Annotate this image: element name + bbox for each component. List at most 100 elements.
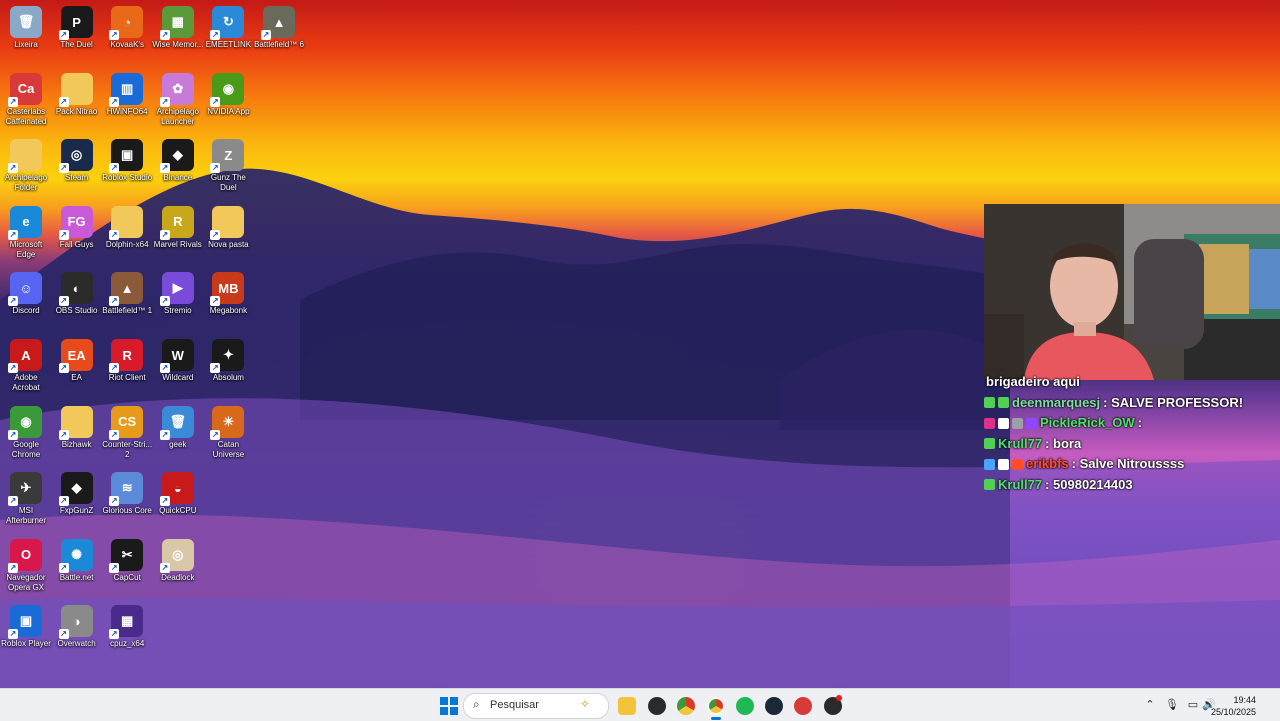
steam-taskbar-icon[interactable] (765, 697, 783, 715)
desktop-icon[interactable]: ◒ ↗ QuickCPU (152, 468, 204, 532)
desktop-icon[interactable]: ↗ Dolphin-x64 (101, 202, 153, 266)
desktop-icon[interactable]: ▲ ↗ Battlefield™ 1 (101, 268, 153, 332)
shortcut-arrow-icon: ↗ (109, 429, 120, 440)
desktop-icon-label: Nova pasta (208, 239, 249, 249)
casterlabs-taskbar-icon[interactable] (794, 697, 812, 715)
shortcut-arrow-icon: ↗ (109, 629, 120, 640)
desktop[interactable]: 🗑 Lixeira P ↗ The Duel ◔ ↗ KovaaK's ▦ ↗ Wise Memor… (0, 0, 1280, 688)
desktop-icon-label: Binance (163, 173, 193, 183)
desktop-icon[interactable]: 🗑 Lixeira (0, 2, 52, 66)
app-icon: ▦ ↗ (109, 605, 144, 640)
desktop-icon[interactable]: 🗑 ↗ geek (152, 402, 204, 466)
chat-username: deenmarquesj (1012, 394, 1101, 410)
taskbar-search-box[interactable]: ⌕ Pesquisar ✧ (463, 693, 609, 719)
desktop-icon[interactable]: ☀ ↗ Catan Universe (202, 402, 254, 466)
chat-message: Krull77: bora (984, 434, 1280, 455)
desktop-icon[interactable]: ✈ ↗ MSI Afterburner (0, 468, 52, 532)
desktop-icon-label: Navegador Opera GX (6, 572, 46, 592)
shortcut-arrow-icon: ↗ (58, 96, 69, 107)
app-icon-glyph: ✺ (71, 546, 83, 562)
desktop-icon[interactable]: O ↗ Navegador Opera GX (0, 535, 52, 599)
desktop-icon[interactable]: EA ↗ EA (51, 335, 103, 399)
desktop-icon[interactable]: ▣ ↗ Roblox Player (0, 601, 52, 665)
app-icon: ✦ ↗ (210, 339, 245, 373)
desktop-icon[interactable]: R ↗ Marvel Rivals (152, 202, 204, 266)
desktop-icon[interactable]: ✺ ↗ Battle.net (51, 535, 103, 599)
desktop-icon[interactable]: A ↗ Adobe Acrobat (0, 335, 52, 399)
shortcut-arrow-icon: ↗ (159, 429, 170, 440)
desktop-icon[interactable]: R ↗ Riot Client (101, 335, 153, 399)
network-icon[interactable]: ▭ (1186, 698, 1200, 712)
desktop-icon[interactable]: ◔ ↗ KovaaK's (101, 2, 153, 66)
system-clock[interactable]: 19:44 25/10/2025 (1211, 694, 1256, 718)
desktop-icon[interactable]: ◎ ↗ Steam (51, 135, 103, 199)
desktop-icon[interactable]: ▦ ↗ cpuz_x64 (101, 601, 153, 665)
shortcut-arrow-icon: ↗ (58, 296, 69, 307)
desktop-icon[interactable]: ▶ ↗ Stremio (152, 268, 204, 332)
file-explorer-icon[interactable] (618, 697, 636, 715)
shortcut-arrow-icon: ↗ (8, 229, 18, 240)
start-button[interactable] (440, 697, 458, 715)
spotify-taskbar-icon[interactable] (736, 697, 754, 715)
app-icon-glyph: ◉ (222, 80, 235, 96)
app-icon-glyph: ◎ (70, 147, 83, 163)
desktop-icon[interactable]: ◎ ↗ Deadlock (152, 535, 204, 599)
app-icon-glyph: ▶ (172, 280, 183, 296)
app-icon: ↗ (109, 205, 144, 240)
desktop-icon-label: Overwatch (57, 639, 96, 649)
desktop-icon[interactable]: ↗ Pack Nitrao (51, 69, 103, 133)
desktop-icon[interactable]: ▣ ↗ Roblox Studio (101, 135, 153, 199)
desktop-icon[interactable]: ☺ ↗ Discord (0, 268, 52, 332)
desktop-icon[interactable]: ✿ ↗ Archipelago Launcher (152, 69, 204, 133)
shortcut-arrow-icon: ↗ (159, 229, 170, 240)
desktop-icon[interactable]: ◉ ↗ Google Chrome (0, 402, 52, 466)
desktop-icon[interactable]: ≋ ↗ Glorious Core (101, 468, 153, 532)
shortcut-arrow-icon: ↗ (159, 496, 170, 507)
app-icon: MB ↗ (210, 272, 245, 307)
desktop-icon[interactable]: Ca ↗ Casterlabs Caffeinated (0, 69, 52, 133)
app-icon-glyph: ▥ (121, 80, 134, 96)
chrome-taskbar-icon[interactable] (677, 697, 695, 715)
chat-message: deenmarquesj: SALVE PROFESSOR! (984, 393, 1280, 414)
desktop-icon[interactable]: ◉ ↗ NVIDIA App (202, 69, 254, 133)
desktop-icon[interactable]: P ↗ The Duel (51, 2, 103, 66)
desktop-icon[interactable]: MB ↗ Megabonk (202, 268, 254, 332)
desktop-icon[interactable]: Z ↗ Gunz The Duel (202, 135, 254, 199)
desktop-icon[interactable]: ↗ Nova pasta (202, 202, 254, 266)
desktop-icon[interactable]: ◐ ↗ OBS Studio (51, 268, 103, 332)
search-placeholder: Pesquisar (490, 699, 539, 711)
desktop-icon[interactable]: ✦ ↗ Absolum (202, 335, 254, 399)
desktop-icon[interactable]: ▲ ↗ Battlefield™ 6 (253, 2, 305, 66)
desktop-icon[interactable]: FG ↗ Fall Guys (51, 202, 103, 266)
app-icon-glyph: ◑ (72, 613, 81, 629)
desktop-icon[interactable]: ◆ ↗ Binance (152, 135, 204, 199)
app-icon-glyph: ▲ (272, 14, 286, 30)
desktop-icon[interactable]: ◆ ↗ FxpGunZ (51, 468, 103, 532)
desktop-icon[interactable]: ↗ Bizhawk (51, 402, 103, 466)
desktop-icon[interactable]: e ↗ Microsoft Edge (0, 202, 52, 266)
desktop-icon[interactable]: CS ↗ Counter-Stri... 2 (101, 402, 153, 466)
app-icon: ◆ ↗ (58, 472, 93, 507)
desktop-icon[interactable]: ↻ ↗ EMEETLINK (202, 2, 254, 66)
chevron-up-icon[interactable]: ⌃ (1143, 698, 1157, 712)
app-icon: e ↗ (8, 205, 42, 240)
app-icon: ◆ ↗ (159, 139, 194, 174)
desktop-icon[interactable]: ▥ ↗ HWiNFO64 (101, 69, 153, 133)
windows-logo-icon (440, 697, 458, 715)
chrome-beta-taskbar-icon[interactable] (707, 697, 725, 715)
microphone-icon[interactable]: 🎙 (1165, 698, 1179, 712)
desktop-icon[interactable]: W ↗ Wildcard (152, 335, 204, 399)
desktop-icon-label: Archipelago Folder (4, 173, 48, 193)
wildcard-taskbar-icon[interactable] (648, 697, 666, 715)
chat-line-partial: brigadeiro aqui (984, 372, 1280, 393)
shortcut-arrow-icon: ↗ (210, 96, 221, 107)
shortcut-arrow-icon: ↗ (8, 96, 18, 107)
app-icon: ◒ ↗ (159, 472, 194, 507)
shortcut-arrow-icon: ↗ (58, 363, 69, 373)
app-icon: ◉ ↗ (8, 405, 42, 440)
desktop-icon[interactable]: ▦ ↗ Wise Memor... (152, 2, 204, 66)
desktop-icon[interactable]: ↗ Archipelago Folder (0, 135, 52, 199)
desktop-icon[interactable]: ✂ ↗ CapCut (101, 535, 153, 599)
shortcut-arrow-icon: ↗ (8, 496, 18, 507)
desktop-icon[interactable]: ◑ ↗ Overwatch (51, 601, 103, 665)
